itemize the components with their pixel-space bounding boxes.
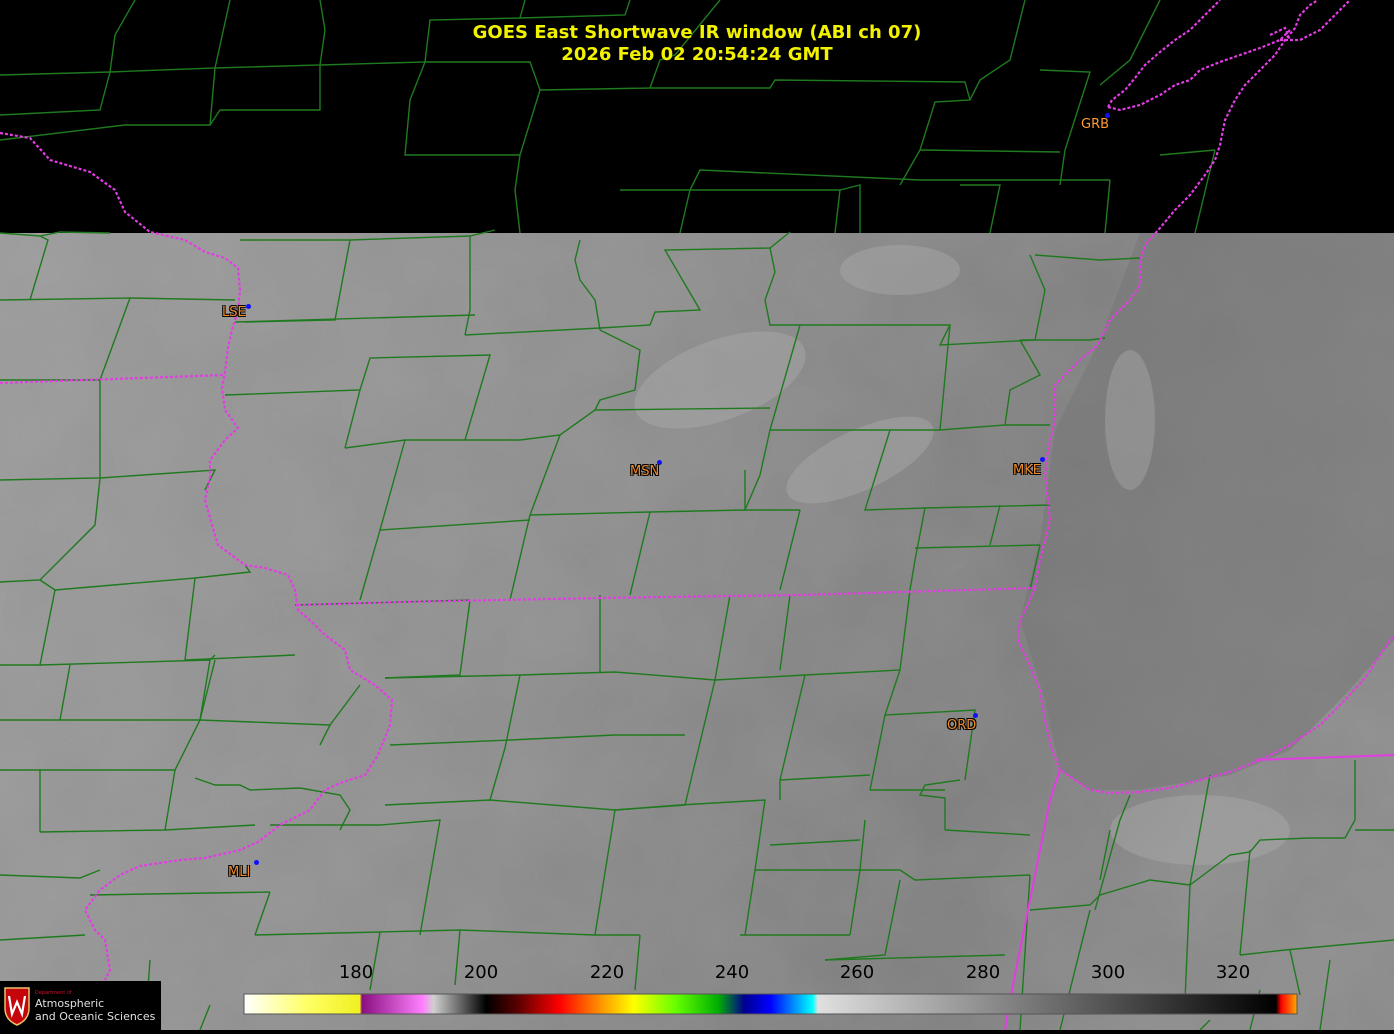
- colorbar-tick-label: 320: [1215, 962, 1251, 983]
- aos-logo: Department of Atmospheric and Oceanic Sc…: [0, 981, 161, 1030]
- station-dot-mke: [1040, 457, 1045, 462]
- station-label-grb: GRB: [1081, 117, 1110, 132]
- station-label-msn: MSN: [630, 464, 660, 479]
- satellite-map: GOES East Shortwave IR window (ABI ch 07…: [0, 0, 1394, 1031]
- colorbar-tick-label: 300: [1090, 962, 1126, 983]
- station-label-mli: MLI: [228, 865, 251, 880]
- colorbar-tick-label: 280: [965, 962, 1001, 983]
- colorbar-tick-label: 240: [714, 962, 750, 983]
- station-label-ord: ORD: [947, 718, 977, 733]
- colorbar-tick-label: 260: [839, 962, 875, 983]
- station-dot-mli: [254, 860, 259, 865]
- colorbar-gradient: [243, 993, 1298, 1015]
- map-timestamp: 2026 Feb 02 20:54:24 GMT: [561, 44, 833, 65]
- map-canvas: [0, 0, 1394, 1031]
- uw-crest-icon: [4, 987, 30, 1026]
- station-label-mke: MKE: [1013, 463, 1041, 478]
- station-label-lse: LSE: [222, 305, 246, 320]
- colorbar-tick-label: 200: [463, 962, 499, 983]
- station-dot-lse: [246, 304, 251, 309]
- logo-department-text: Department of: [35, 990, 72, 996]
- colorbar-tick-label: 220: [589, 962, 625, 983]
- logo-title-line1: Atmospheric: [35, 997, 105, 1010]
- colorbar-tick-label: 180: [338, 962, 374, 983]
- map-title: GOES East Shortwave IR window (ABI ch 07…: [472, 22, 922, 43]
- logo-title-line2: and Oceanic Sciences: [35, 1010, 156, 1023]
